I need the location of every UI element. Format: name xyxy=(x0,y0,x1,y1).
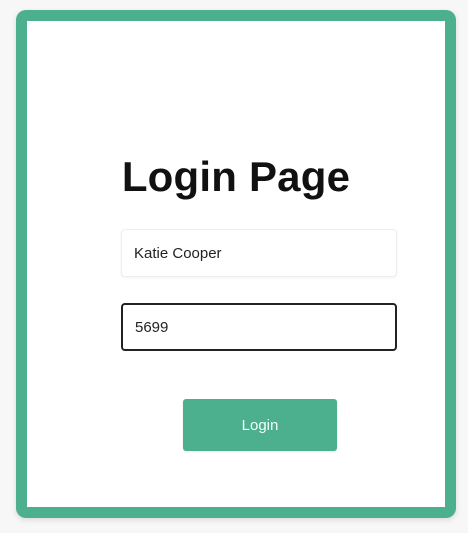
username-input[interactable] xyxy=(121,229,397,277)
login-button[interactable]: Login xyxy=(183,399,337,451)
login-card: Login Page Login xyxy=(16,10,456,518)
password-input[interactable] xyxy=(121,303,397,351)
page-title: Login Page xyxy=(121,153,351,200)
page: Login Page Login xyxy=(0,0,468,533)
